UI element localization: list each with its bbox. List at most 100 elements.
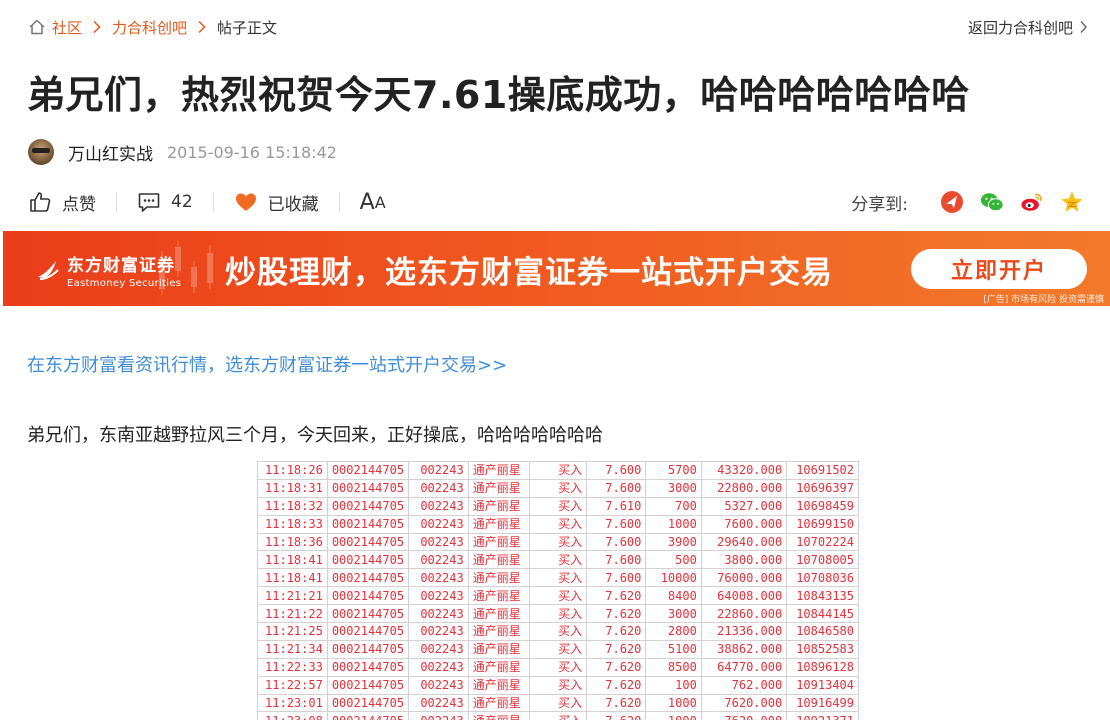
comment-count: 42: [171, 192, 193, 212]
table-cell: 通产丽星: [467, 568, 531, 588]
table-cell: 通产丽星: [467, 675, 531, 695]
table-row: 11:18:41 0002144705 002243 通产丽星 买入 7.600 10000…: [257, 568, 859, 588]
back-to-bar-link[interactable]: 返回力合科创吧: [968, 16, 1088, 38]
divider: [338, 192, 340, 212]
trade-record-table: 11:18:26 0002144705 002243 通产丽星 买入 7.600 5700 4…: [257, 461, 859, 720]
table-cell: 10698459: [786, 496, 859, 516]
wechat-icon[interactable]: [980, 190, 1004, 214]
table-cell: 002243: [408, 568, 469, 588]
table-cell: 买入: [529, 496, 588, 516]
table-row: 11:22:33 0002144705 002243 通产丽星 买入 7.620 8500 6…: [257, 657, 859, 677]
author-name[interactable]: 万山红实战: [68, 140, 153, 165]
table-cell: 10916499: [786, 693, 859, 713]
table-cell: 8500: [645, 657, 702, 677]
logo-chinese: 东方财富证券: [67, 256, 175, 276]
table-cell: 1000: [645, 711, 702, 720]
table-cell: 7.620: [586, 693, 647, 713]
table-cell: 0002144705: [326, 657, 410, 677]
table-cell: 买入: [529, 675, 588, 695]
table-cell: 通产丽星: [467, 514, 531, 534]
table-cell: 38862.000: [700, 639, 788, 659]
table-cell: 002243: [408, 478, 469, 498]
table-cell: 700: [645, 496, 702, 516]
table-cell: 002243: [408, 639, 469, 659]
promo-link[interactable]: 在东方财富看资讯行情，选东方财富证券一站式开户交易>>: [27, 351, 507, 377]
post-time: 2015-09-16 15:18:42: [167, 142, 337, 162]
table-cell: 买入: [529, 711, 588, 720]
table-cell: 10708036: [786, 568, 859, 588]
open-account-button[interactable]: 立即开户: [911, 249, 1087, 289]
table-cell: 通产丽星: [467, 496, 531, 516]
table-cell: 通产丽星: [467, 639, 531, 659]
table-row: 11:21:25 0002144705 002243 通产丽星 买入 7.620 2800 2…: [257, 622, 859, 641]
table-cell: 7.600: [586, 461, 647, 480]
weibo-icon[interactable]: [1020, 190, 1044, 214]
table-cell: 7.600: [586, 478, 647, 498]
table-cell: 3000: [645, 604, 702, 624]
table-cell: 通产丽星: [467, 461, 531, 480]
favorite-label: 已收藏: [267, 194, 319, 215]
table-cell: 7.620: [586, 586, 647, 606]
breadcrumb-community-link[interactable]: 社区: [52, 17, 82, 38]
table-row: 11:18:32 0002144705 002243 通产丽星 买入 7.610 700 53…: [257, 496, 859, 516]
table-cell: 0002144705: [326, 532, 410, 552]
breadcrumb-bar-link[interactable]: 力合科创吧: [112, 17, 187, 38]
table-cell: 买入: [529, 586, 588, 606]
table-cell: 11:18:41: [257, 568, 328, 588]
table-cell: 0002144705: [326, 514, 410, 534]
table-cell: 21336.000: [700, 622, 788, 641]
table-cell: 通产丽星: [467, 478, 531, 498]
table-cell: 0002144705: [326, 568, 410, 588]
table-cell: 11:18:41: [257, 550, 328, 570]
chevron-right-icon: [93, 20, 101, 34]
table-cell: 0002144705: [326, 639, 410, 659]
table-cell: 11:18:36: [257, 532, 328, 552]
favorite-button[interactable]: 已收藏: [234, 190, 319, 215]
divider: [212, 192, 214, 212]
table-cell: 11:18:31: [257, 478, 328, 498]
table-cell: 11:23:08: [257, 711, 328, 720]
table-cell: 0002144705: [326, 586, 410, 606]
avatar[interactable]: [28, 139, 54, 165]
eastmoney-logo-icon: [38, 261, 59, 280]
table-cell: 7.610: [586, 496, 647, 516]
table-cell: 11:22:33: [257, 657, 328, 677]
table-cell: 29640.000: [700, 532, 788, 552]
table-cell: 10913404: [786, 675, 859, 695]
table-cell: 通产丽星: [467, 693, 531, 713]
table-cell: 5100: [645, 639, 702, 659]
font-size-toggle[interactable]: AA: [360, 190, 386, 215]
table-cell: 7.620: [586, 657, 647, 677]
chevron-right-icon: [1080, 21, 1087, 33]
table-cell: 76000.000: [700, 568, 788, 588]
table-cell: 8400: [645, 586, 702, 606]
table-cell: 7.600: [586, 568, 647, 588]
heart-icon: [235, 193, 256, 211]
table-cell: 7.620: [586, 604, 647, 624]
comment-button[interactable]: 42: [137, 190, 193, 214]
table-cell: 通产丽星: [467, 550, 531, 570]
table-cell: 002243: [408, 586, 469, 606]
comment-icon: [138, 193, 160, 212]
table-cell: 64770.000: [700, 657, 788, 677]
like-button[interactable]: 点赞: [28, 190, 96, 215]
ad-banner[interactable]: 东方财富证券 Eastmoney Securities 炒股理财，选东方财富证券…: [3, 231, 1110, 306]
table-cell: 买入: [529, 657, 588, 677]
home-icon[interactable]: [28, 18, 46, 36]
share-label: 分享到:: [851, 194, 908, 215]
divider: [116, 192, 117, 212]
table-cell: 002243: [408, 461, 469, 480]
table-row: 11:21:21 0002144705 002243 通产丽星 买入 7.620 8400 6…: [257, 586, 859, 606]
toutiao-icon[interactable]: [940, 190, 964, 214]
table-cell: 通产丽星: [467, 604, 531, 624]
table-cell: 0002144705: [326, 478, 410, 498]
table-cell: 通产丽星: [467, 622, 531, 641]
eastmoney-logo: 东方财富证券 Eastmoney Securities: [35, 251, 181, 289]
table-cell: 11:18:32: [257, 496, 328, 516]
table-cell: 002243: [408, 550, 469, 570]
qzone-star-icon[interactable]: [1060, 190, 1084, 214]
table-cell: 100: [645, 675, 702, 695]
table-cell: 买入: [529, 622, 588, 641]
post-action-bar: 点赞 42 已收藏 AA: [28, 186, 386, 218]
table-cell: 7.620: [586, 639, 647, 659]
